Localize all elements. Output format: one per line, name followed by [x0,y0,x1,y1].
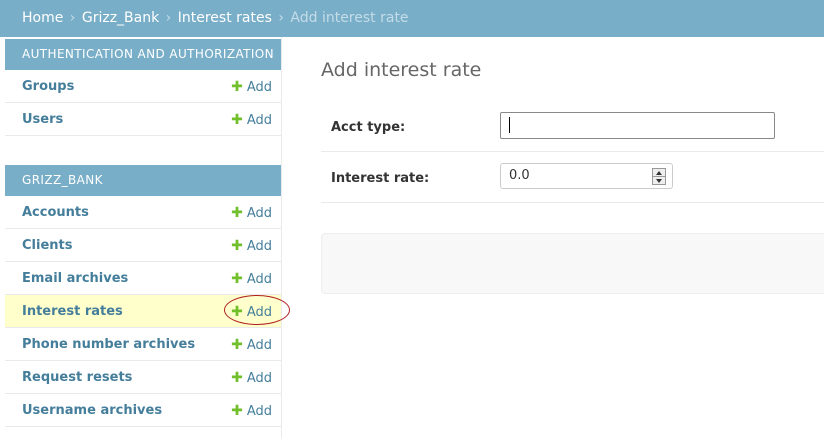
add-label: Add [246,404,272,419]
submit-row [321,233,824,294]
breadcrumb-app[interactable]: Grizz_Bank [82,10,159,26]
breadcrumb-model[interactable]: Interest rates [178,10,272,26]
module-caption-grizz-bank[interactable]: GRIZZ_BANK [5,165,281,196]
add-email-archives-link[interactable]: ✚ Add [231,271,272,287]
breadcrumb-current: Add interest rate [290,10,409,26]
model-link-groups[interactable]: Groups [22,79,74,94]
model-link-phone-number-archives[interactable]: Phone number archives [22,337,195,352]
model-link-users[interactable]: Users [22,112,63,127]
add-label: Add [246,80,272,95]
highlight-circle [224,295,290,325]
arrow-down-icon[interactable] [653,177,665,185]
plus-icon: ✚ [231,79,243,95]
arrow-up-icon[interactable] [653,169,665,177]
add-groups-link[interactable]: ✚ Add [231,79,272,95]
add-label: Add [246,113,272,128]
add-label: Add [246,371,272,386]
sidebar-item-username-archives: Username archives ✚ Add [5,394,281,427]
model-link-request-resets[interactable]: Request resets [22,370,132,385]
sidebar-item-email-archives: Email archives ✚ Add [5,262,281,295]
model-link-clients[interactable]: Clients [22,238,72,253]
sidebar-nav: AUTHENTICATION AND AUTHORIZATION Groups … [5,37,282,438]
add-request-resets-link[interactable]: ✚ Add [231,370,272,386]
number-spinner[interactable] [652,168,666,185]
add-clients-link[interactable]: ✚ Add [231,238,272,254]
plus-icon: ✚ [231,238,243,254]
text-caret [509,117,510,133]
sidebar-item-request-resets: Request resets ✚ Add [5,361,281,394]
model-link-accounts[interactable]: Accounts [22,205,89,220]
model-link-interest-rates[interactable]: Interest rates [22,304,123,319]
sidebar-item-users: Users ✚ Add [5,103,281,136]
model-link-email-archives[interactable]: Email archives [22,271,128,286]
add-users-link[interactable]: ✚ Add [231,112,272,128]
sidebar-item-groups: Groups ✚ Add [5,70,281,103]
add-label: Add [246,239,272,254]
add-label: Add [246,206,272,221]
page-title: Add interest rate [321,59,482,81]
add-label: Add [246,338,272,353]
breadcrumb-separator: › [165,10,172,26]
add-accounts-link[interactable]: ✚ Add [231,205,272,221]
plus-icon: ✚ [231,403,243,419]
breadcrumb-home[interactable]: Home [22,10,63,26]
interest-rate-label: Interest rate: [331,171,430,186]
sidebar-item-phone-number-archives: Phone number archives ✚ Add [5,328,281,361]
module-caption-auth[interactable]: AUTHENTICATION AND AUTHORIZATION [5,39,281,70]
interest-rate-input[interactable]: 0.0 [500,163,673,189]
sidebar-item-accounts: Accounts ✚ Add [5,196,281,229]
breadcrumb: Home › Grizz_Bank › Interest rates › Add… [0,0,824,37]
add-phone-number-archives-link[interactable]: ✚ Add [231,337,272,353]
plus-icon: ✚ [231,205,243,221]
acct-type-input[interactable] [500,112,775,139]
form-row-interest-rate: Interest rate: 0.0 [321,152,824,203]
add-username-archives-link[interactable]: ✚ Add [231,403,272,419]
plus-icon: ✚ [231,271,243,287]
plus-icon: ✚ [231,337,243,353]
acct-type-label: Acct type: [331,120,406,135]
plus-icon: ✚ [231,370,243,386]
module-spacer [5,136,281,165]
sidebar-item-clients: Clients ✚ Add [5,229,281,262]
form-row-acct-type: Acct type: [321,101,824,152]
model-link-username-archives[interactable]: Username archives [22,403,162,418]
plus-icon: ✚ [231,112,243,128]
add-label: Add [246,272,272,287]
breadcrumb-separator: › [69,10,76,26]
interest-rate-value: 0.0 [509,168,530,183]
breadcrumb-separator: › [278,10,284,26]
